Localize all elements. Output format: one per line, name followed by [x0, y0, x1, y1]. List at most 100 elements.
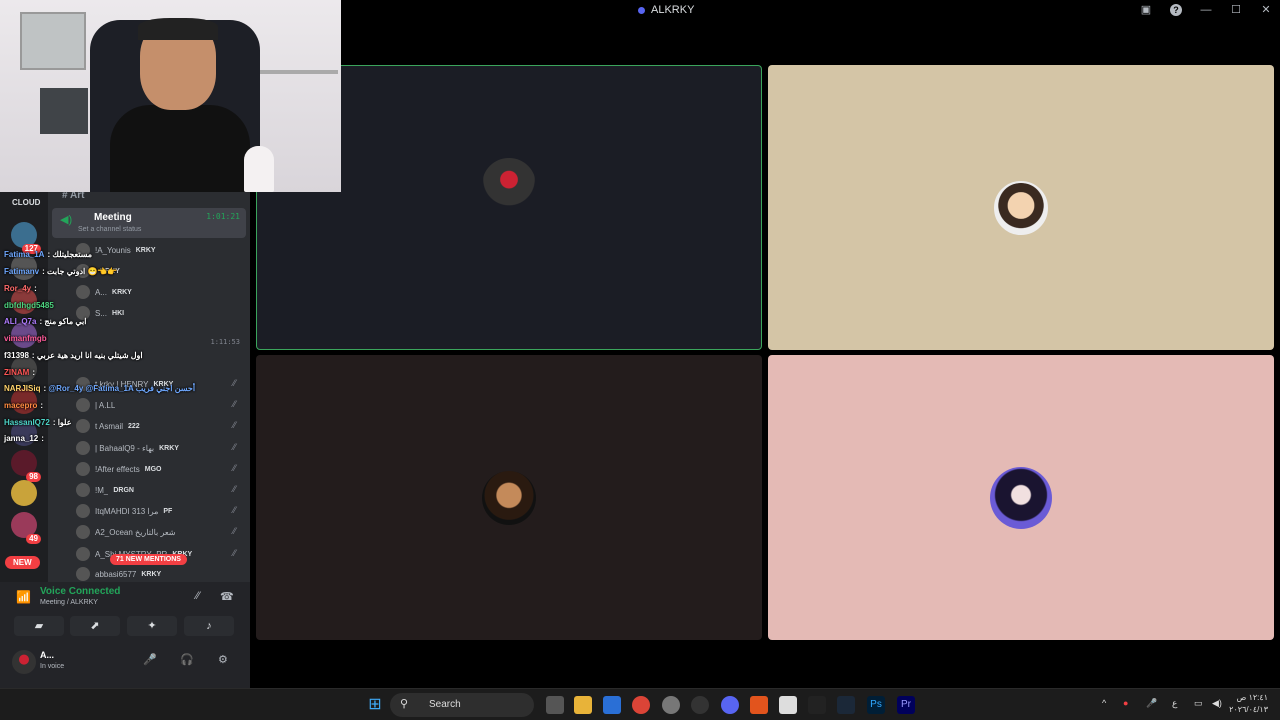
voice-user[interactable]: !M_ DRGN ⁄⁄	[76, 480, 246, 500]
stream-chat-overlay: Fatima_1A: مستعجليتلك Fatimanv: ادوتي جا…	[0, 250, 250, 450]
user-tag: PF	[163, 507, 173, 515]
chat-user: Ror_4y	[4, 284, 32, 293]
user-tag: DRGN	[113, 486, 134, 494]
server-icon[interactable]	[11, 480, 37, 506]
voice-user[interactable]: abbasi6577 KRKY	[76, 564, 246, 582]
photoshop-icon[interactable]: Ps	[867, 696, 885, 714]
start-icon[interactable]: ⊞	[366, 696, 384, 714]
noise-suppression-icon[interactable]: ⁄⁄	[196, 590, 200, 602]
chat-text: اول شيتلي بنيه انا اريد هية عربي	[36, 351, 143, 360]
mention-badge: 49	[26, 534, 41, 544]
chat-message: ALI_Q7a: ابي ماكو منج	[4, 317, 87, 326]
muted-icon: ⁄⁄	[232, 505, 236, 515]
brave-icon[interactable]	[750, 696, 768, 714]
user-avatar	[76, 567, 90, 581]
server-icon[interactable]: 49	[11, 512, 41, 544]
app-icon[interactable]	[662, 696, 680, 714]
clock-time: ١٢:٤١ ص	[1236, 693, 1268, 702]
system-clock[interactable]: ١٢:٤١ ص ٢٠٢٦/٠٤/١٣	[1229, 692, 1268, 716]
mic-tray-icon[interactable]: 🎤	[1146, 698, 1157, 709]
user-name: A2_Ocean يمي اقوى شعر بالتاريخ	[95, 527, 175, 537]
signal-icon[interactable]: 📶	[16, 590, 31, 604]
network-icon[interactable]: ▭	[1194, 698, 1203, 709]
disconnect-icon[interactable]: ☎	[220, 590, 234, 603]
user-tag: MGO	[144, 465, 162, 473]
chat-message: Fatimanv: ادوتي جابت 😁👈👉	[4, 267, 118, 276]
screen-icon[interactable]: ▣	[1140, 3, 1152, 16]
chat-message: ZINAM:	[4, 368, 35, 377]
new-mentions-pill[interactable]: 71 NEW MENTIONS	[110, 554, 187, 565]
close-icon[interactable]: ✕	[1260, 3, 1272, 16]
activity-button[interactable]: ✦	[127, 616, 177, 636]
mic-icon[interactable]: 🎤	[143, 653, 157, 666]
chat-message: janna_12:	[4, 434, 44, 443]
tray-overflow-icon[interactable]: ^	[1102, 698, 1106, 708]
server-icon[interactable]: 127	[11, 222, 41, 254]
user-avatar	[76, 525, 90, 539]
language-indicator[interactable]: ع	[1172, 698, 1177, 709]
voice-connected-status[interactable]: Voice Connected	[40, 586, 120, 597]
chat-text: @Ror_4y @Fatima_1A أحسن اجني فريب	[48, 384, 196, 393]
screenshare-button[interactable]: ⬈	[70, 616, 120, 636]
server-icon[interactable]: 98	[11, 450, 41, 482]
muted-icon: ⁄⁄	[232, 548, 236, 558]
avatar[interactable]	[12, 650, 36, 674]
maximize-icon[interactable]: ☐	[1230, 3, 1242, 16]
taskbar-search[interactable]: ⚲ Search	[390, 693, 534, 717]
steam-icon[interactable]	[837, 696, 855, 714]
participant-tile[interactable]	[768, 65, 1274, 350]
premiere-icon[interactable]: Pr	[897, 696, 915, 714]
title-bar: ALKRKY ▣ ? — ☐ ✕	[250, 0, 1280, 22]
windows-taskbar: ⊞ ⚲ Search Ps Pr ^ ● 🎤 ع ▭ ◀) ١٢:٤١ ص ٢٠…	[0, 688, 1280, 720]
shelf	[258, 70, 338, 74]
chat-text: مستعجليتلك	[52, 250, 93, 259]
headphones-icon[interactable]: 🎧	[180, 653, 194, 666]
participant-tile[interactable]	[768, 355, 1274, 640]
chat-text: ادوتي جابت 😁👈👉	[47, 267, 118, 276]
window-controls: ▣ ? — ☐ ✕	[1140, 3, 1272, 16]
user-panel: A... In voice 🎤 🎧 ⚙	[0, 642, 250, 688]
chat-user: ALI_Q7a	[4, 317, 37, 326]
capcut-icon[interactable]	[808, 696, 826, 714]
new-unreads-pill[interactable]: NEW	[5, 556, 40, 569]
help-icon[interactable]: ?	[1170, 3, 1182, 16]
shirt	[110, 105, 250, 192]
chat-user: janna_12	[4, 434, 39, 443]
voice-user[interactable]: !After effects MGO ⁄⁄	[76, 459, 246, 479]
chat-user: NARJISiq	[4, 384, 41, 393]
user-name: ItqMAHDI 313 مرا	[95, 506, 159, 516]
channel-timer: 1:01:21	[206, 212, 240, 221]
tray-app-icon[interactable]: ●	[1123, 698, 1128, 708]
user-name: !After effects	[95, 464, 140, 474]
participant-avatar	[482, 470, 536, 525]
chat-text: ابي ماكو منج	[44, 317, 87, 326]
channel-status-placeholder[interactable]: Set a channel status	[78, 226, 141, 233]
voice-user[interactable]: ItqMAHDI 313 مرا PF ⁄⁄	[76, 501, 246, 521]
file-explorer-icon[interactable]	[574, 696, 592, 714]
app-root: ALKRKY ▣ ? — ☐ ✕ CLOUD 127 98 49 NEW # A…	[0, 0, 1280, 720]
award-plaque	[40, 88, 88, 134]
steelseries-icon[interactable]	[691, 696, 709, 714]
soundboard-button[interactable]: ♪	[184, 616, 234, 636]
speaker-icon: ◀)	[60, 214, 73, 226]
voice-channel-meeting[interactable]: ◀) Meeting 1:01:21 Set a channel status	[52, 208, 246, 238]
participant-tile[interactable]	[256, 355, 762, 640]
voice-channel-path[interactable]: Meeting / ALKRKY	[40, 599, 98, 606]
notepad-icon[interactable]	[779, 696, 797, 714]
voice-user[interactable]: A2_Ocean يمي اقوى شعر بالتاريخ ⁄⁄	[76, 522, 246, 542]
discord-icon[interactable]	[721, 696, 739, 714]
video-stage	[250, 22, 1280, 688]
chrome-icon[interactable]	[632, 696, 650, 714]
chat-user: HassanIQ72	[4, 418, 50, 427]
server-folder-label: CLOUD	[12, 198, 41, 207]
minimize-icon[interactable]: —	[1200, 4, 1212, 16]
volume-icon[interactable]: ◀)	[1212, 698, 1222, 709]
task-view-icon[interactable]	[546, 696, 564, 714]
search-icon: ⚲	[400, 698, 409, 710]
streamer	[110, 10, 250, 192]
store-icon[interactable]	[603, 696, 621, 714]
camera-button[interactable]: ▰	[14, 616, 64, 636]
participant-avatar	[990, 466, 1052, 529]
category-art[interactable]: # Art	[62, 192, 84, 201]
settings-gear-icon[interactable]: ⚙	[218, 653, 228, 666]
